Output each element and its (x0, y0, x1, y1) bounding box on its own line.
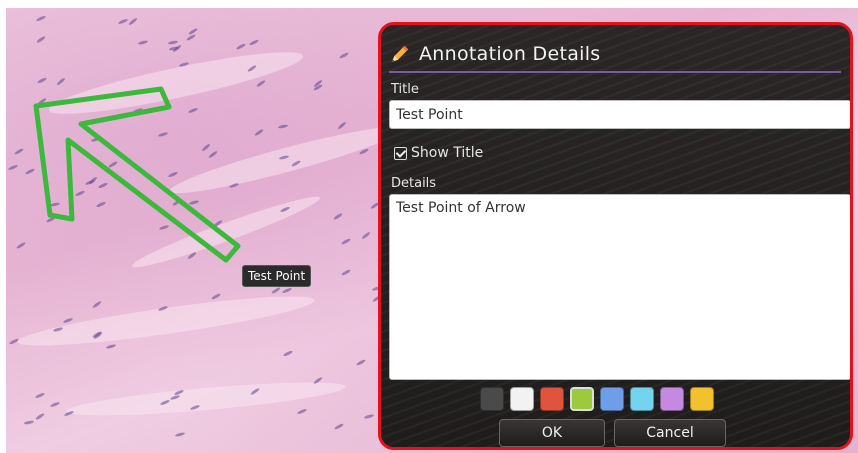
annotation-label[interactable]: Test Point (242, 265, 312, 287)
show-title-label: Show Title (411, 145, 484, 161)
swatch-green[interactable] (570, 387, 594, 411)
swatch-white[interactable] (510, 387, 534, 411)
pencil-icon (391, 45, 409, 63)
swatch-purple[interactable] (660, 387, 684, 411)
swatch-light-blue[interactable] (630, 387, 654, 411)
details-textarea[interactable]: Test Point of Arrow (389, 194, 850, 380)
arrow-outline[interactable] (33, 86, 241, 263)
ok-button[interactable]: OK (499, 419, 605, 447)
title-input[interactable] (389, 100, 850, 129)
swatch-dark-gray[interactable] (480, 387, 504, 411)
annotation-details-dialog: Annotation Details Title Show Title Deta… (378, 22, 853, 450)
dialog-title: Annotation Details (419, 43, 601, 65)
details-field-label: Details (391, 176, 437, 191)
title-field-label: Title (391, 82, 419, 97)
swatch-blue[interactable] (600, 387, 624, 411)
cancel-button[interactable]: Cancel (614, 419, 726, 447)
swatch-yellow[interactable] (690, 387, 714, 411)
dialog-header: Annotation Details (389, 37, 841, 73)
show-title-checkbox[interactable] (394, 146, 407, 160)
color-swatch-row (480, 387, 714, 411)
show-title-checkbox-row[interactable]: Show Title (394, 145, 483, 161)
swatch-red[interactable] (540, 387, 564, 411)
